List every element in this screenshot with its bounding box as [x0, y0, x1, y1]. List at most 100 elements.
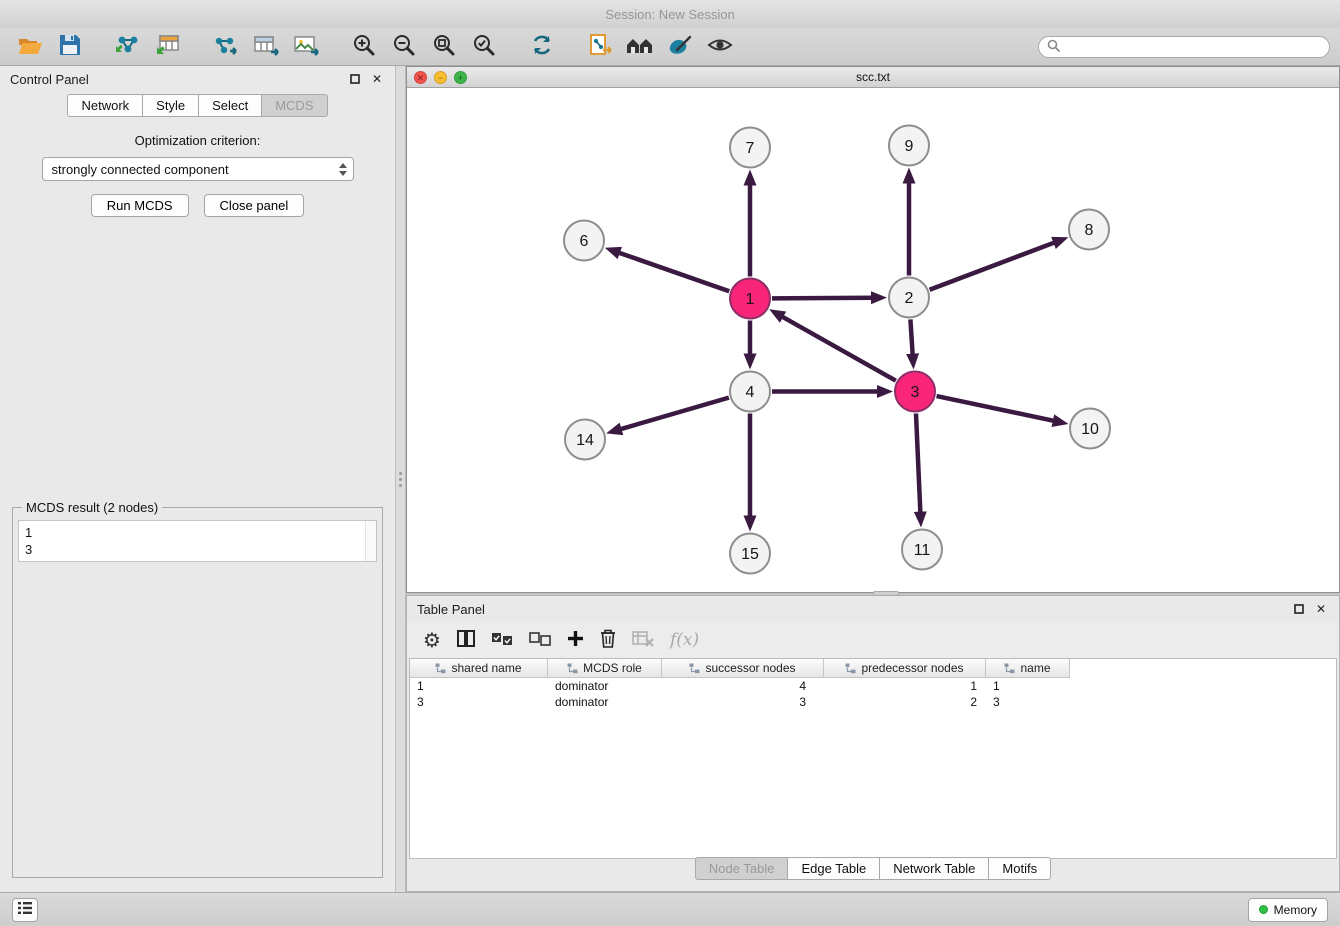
- float-table-panel-button[interactable]: [1291, 601, 1307, 617]
- tab-network[interactable]: Network: [67, 94, 143, 117]
- export-network-button[interactable]: [206, 31, 246, 63]
- delete-column-button[interactable]: [600, 629, 616, 651]
- style-brush-button[interactable]: [660, 31, 700, 63]
- import-table-button[interactable]: [148, 31, 188, 63]
- control-panel-tabbar: Network Style Select MCDS: [0, 94, 395, 117]
- select-stepper-icon: [339, 163, 347, 176]
- zoom-selected-button[interactable]: [464, 31, 504, 63]
- clone-network-button[interactable]: [580, 31, 620, 63]
- show-panels-button[interactable]: [12, 898, 38, 922]
- column-type-icon: [567, 663, 578, 674]
- tab-motifs[interactable]: Motifs: [989, 857, 1051, 880]
- search-input[interactable]: [1065, 40, 1321, 54]
- memory-button[interactable]: Memory: [1248, 898, 1328, 922]
- close-table-panel-button[interactable]: ✕: [1313, 601, 1329, 617]
- table-row[interactable]: 1 dominator 4 1 1: [410, 678, 1336, 694]
- zoom-in-button[interactable]: [344, 31, 384, 63]
- close-window-button[interactable]: ✕: [414, 71, 427, 84]
- minimize-window-button[interactable]: −: [434, 71, 447, 84]
- graph-edge-1-2[interactable]: [772, 298, 872, 299]
- graph-node-6[interactable]: 6: [564, 221, 604, 261]
- graph-node-9[interactable]: 9: [889, 126, 929, 166]
- tab-select[interactable]: Select: [199, 94, 262, 117]
- svg-text:9: 9: [905, 138, 914, 155]
- cell-shared-name[interactable]: 3: [410, 694, 548, 710]
- graph-edge-4-14[interactable]: [621, 398, 729, 430]
- column-header-predecessor-nodes[interactable]: predecessor nodes: [824, 659, 986, 678]
- graph-node-8[interactable]: 8: [1069, 210, 1109, 250]
- graph-edge-3-11[interactable]: [916, 413, 920, 512]
- open-folder-button[interactable]: [10, 31, 50, 63]
- refresh-button[interactable]: [522, 31, 562, 63]
- mcds-result-box: MCDS result (2 nodes) 1 3: [12, 500, 383, 878]
- close-panel-action-button[interactable]: Close panel: [204, 194, 305, 217]
- float-panel-button[interactable]: [347, 71, 363, 87]
- network-window-title: scc.txt: [407, 70, 1339, 84]
- home-button[interactable]: [620, 31, 660, 63]
- graph-edge-1-6[interactable]: [619, 253, 729, 292]
- criterion-select[interactable]: strongly connected component: [42, 157, 354, 181]
- cell-mcds-role[interactable]: dominator: [548, 694, 662, 710]
- graph-node-14[interactable]: 14: [565, 420, 605, 460]
- criterion-select-value: strongly connected component: [52, 162, 339, 177]
- result-scrollbar[interactable]: [365, 521, 376, 561]
- tab-mcds[interactable]: MCDS: [262, 94, 327, 117]
- graph-node-7[interactable]: 7: [730, 128, 770, 168]
- table-settings-button[interactable]: ⚙: [423, 628, 441, 653]
- column-header-mcds-role[interactable]: MCDS role: [548, 659, 662, 678]
- zoom-out-button[interactable]: [384, 31, 424, 63]
- graph-edge-2-8[interactable]: [930, 243, 1055, 290]
- column-header-shared-name[interactable]: shared name: [410, 659, 548, 678]
- close-panel-button[interactable]: ✕: [369, 71, 385, 87]
- column-header-successor-nodes[interactable]: successor nodes: [662, 659, 824, 678]
- column-header-name[interactable]: name: [986, 659, 1070, 678]
- function-builder-button[interactable]: f(x): [670, 630, 699, 650]
- table-row[interactable]: 3 dominator 3 2 3: [410, 694, 1336, 710]
- graph-node-15[interactable]: 15: [730, 534, 770, 574]
- tab-network-table[interactable]: Network Table: [880, 857, 989, 880]
- run-mcds-button[interactable]: Run MCDS: [91, 194, 189, 217]
- tab-node-table[interactable]: Node Table: [695, 857, 789, 880]
- tab-style[interactable]: Style: [143, 94, 199, 117]
- deselect-all-rows-button[interactable]: [529, 632, 551, 649]
- show-hide-button[interactable]: [700, 31, 740, 63]
- graph-edge-3-10[interactable]: [937, 396, 1054, 421]
- maximize-window-button[interactable]: +: [454, 71, 467, 84]
- cell-name[interactable]: 1: [986, 678, 1070, 694]
- graph-node-4[interactable]: 4: [730, 372, 770, 412]
- cell-name[interactable]: 3: [986, 694, 1070, 710]
- delete-table-button[interactable]: [632, 631, 654, 650]
- search-box: [1038, 36, 1330, 58]
- mcds-result-list[interactable]: 1 3: [18, 520, 377, 562]
- memory-label: Memory: [1274, 903, 1317, 917]
- add-column-button[interactable]: [567, 630, 584, 650]
- graph-node-3[interactable]: 3: [895, 372, 935, 412]
- save-session-button[interactable]: [50, 31, 90, 63]
- cell-shared-name[interactable]: 1: [410, 678, 548, 694]
- cell-successor-nodes[interactable]: 4: [662, 678, 824, 694]
- table-panel-splitter[interactable]: [406, 593, 1340, 595]
- network-canvas[interactable]: 7 9 6 8 1 2 4 3 14 10 15 11: [407, 88, 1339, 592]
- show-columns-button[interactable]: [457, 630, 475, 650]
- cell-predecessor-nodes[interactable]: 1: [824, 678, 986, 694]
- cell-predecessor-nodes[interactable]: 2: [824, 694, 986, 710]
- graph-edge-3-1[interactable]: [782, 317, 896, 381]
- svg-text:6: 6: [580, 233, 589, 250]
- graph-node-1[interactable]: 1: [730, 279, 770, 319]
- graph-edge-2-3[interactable]: [910, 319, 912, 354]
- graph-node-11[interactable]: 11: [902, 530, 942, 570]
- cell-mcds-role[interactable]: dominator: [548, 678, 662, 694]
- import-table-icon: [155, 33, 181, 60]
- select-all-rows-button[interactable]: [491, 632, 513, 649]
- tab-edge-table[interactable]: Edge Table: [788, 857, 880, 880]
- export-image-button[interactable]: [286, 31, 326, 63]
- open-folder-icon: [17, 34, 43, 59]
- graph-node-2[interactable]: 2: [889, 278, 929, 318]
- panel-splitter[interactable]: [395, 66, 406, 892]
- zoom-fit-button[interactable]: [424, 31, 464, 63]
- graph-node-10[interactable]: 10: [1070, 409, 1110, 449]
- cell-successor-nodes[interactable]: 3: [662, 694, 824, 710]
- import-network-button[interactable]: [108, 31, 148, 63]
- column-type-icon: [1004, 663, 1015, 674]
- export-table-button[interactable]: [246, 31, 286, 63]
